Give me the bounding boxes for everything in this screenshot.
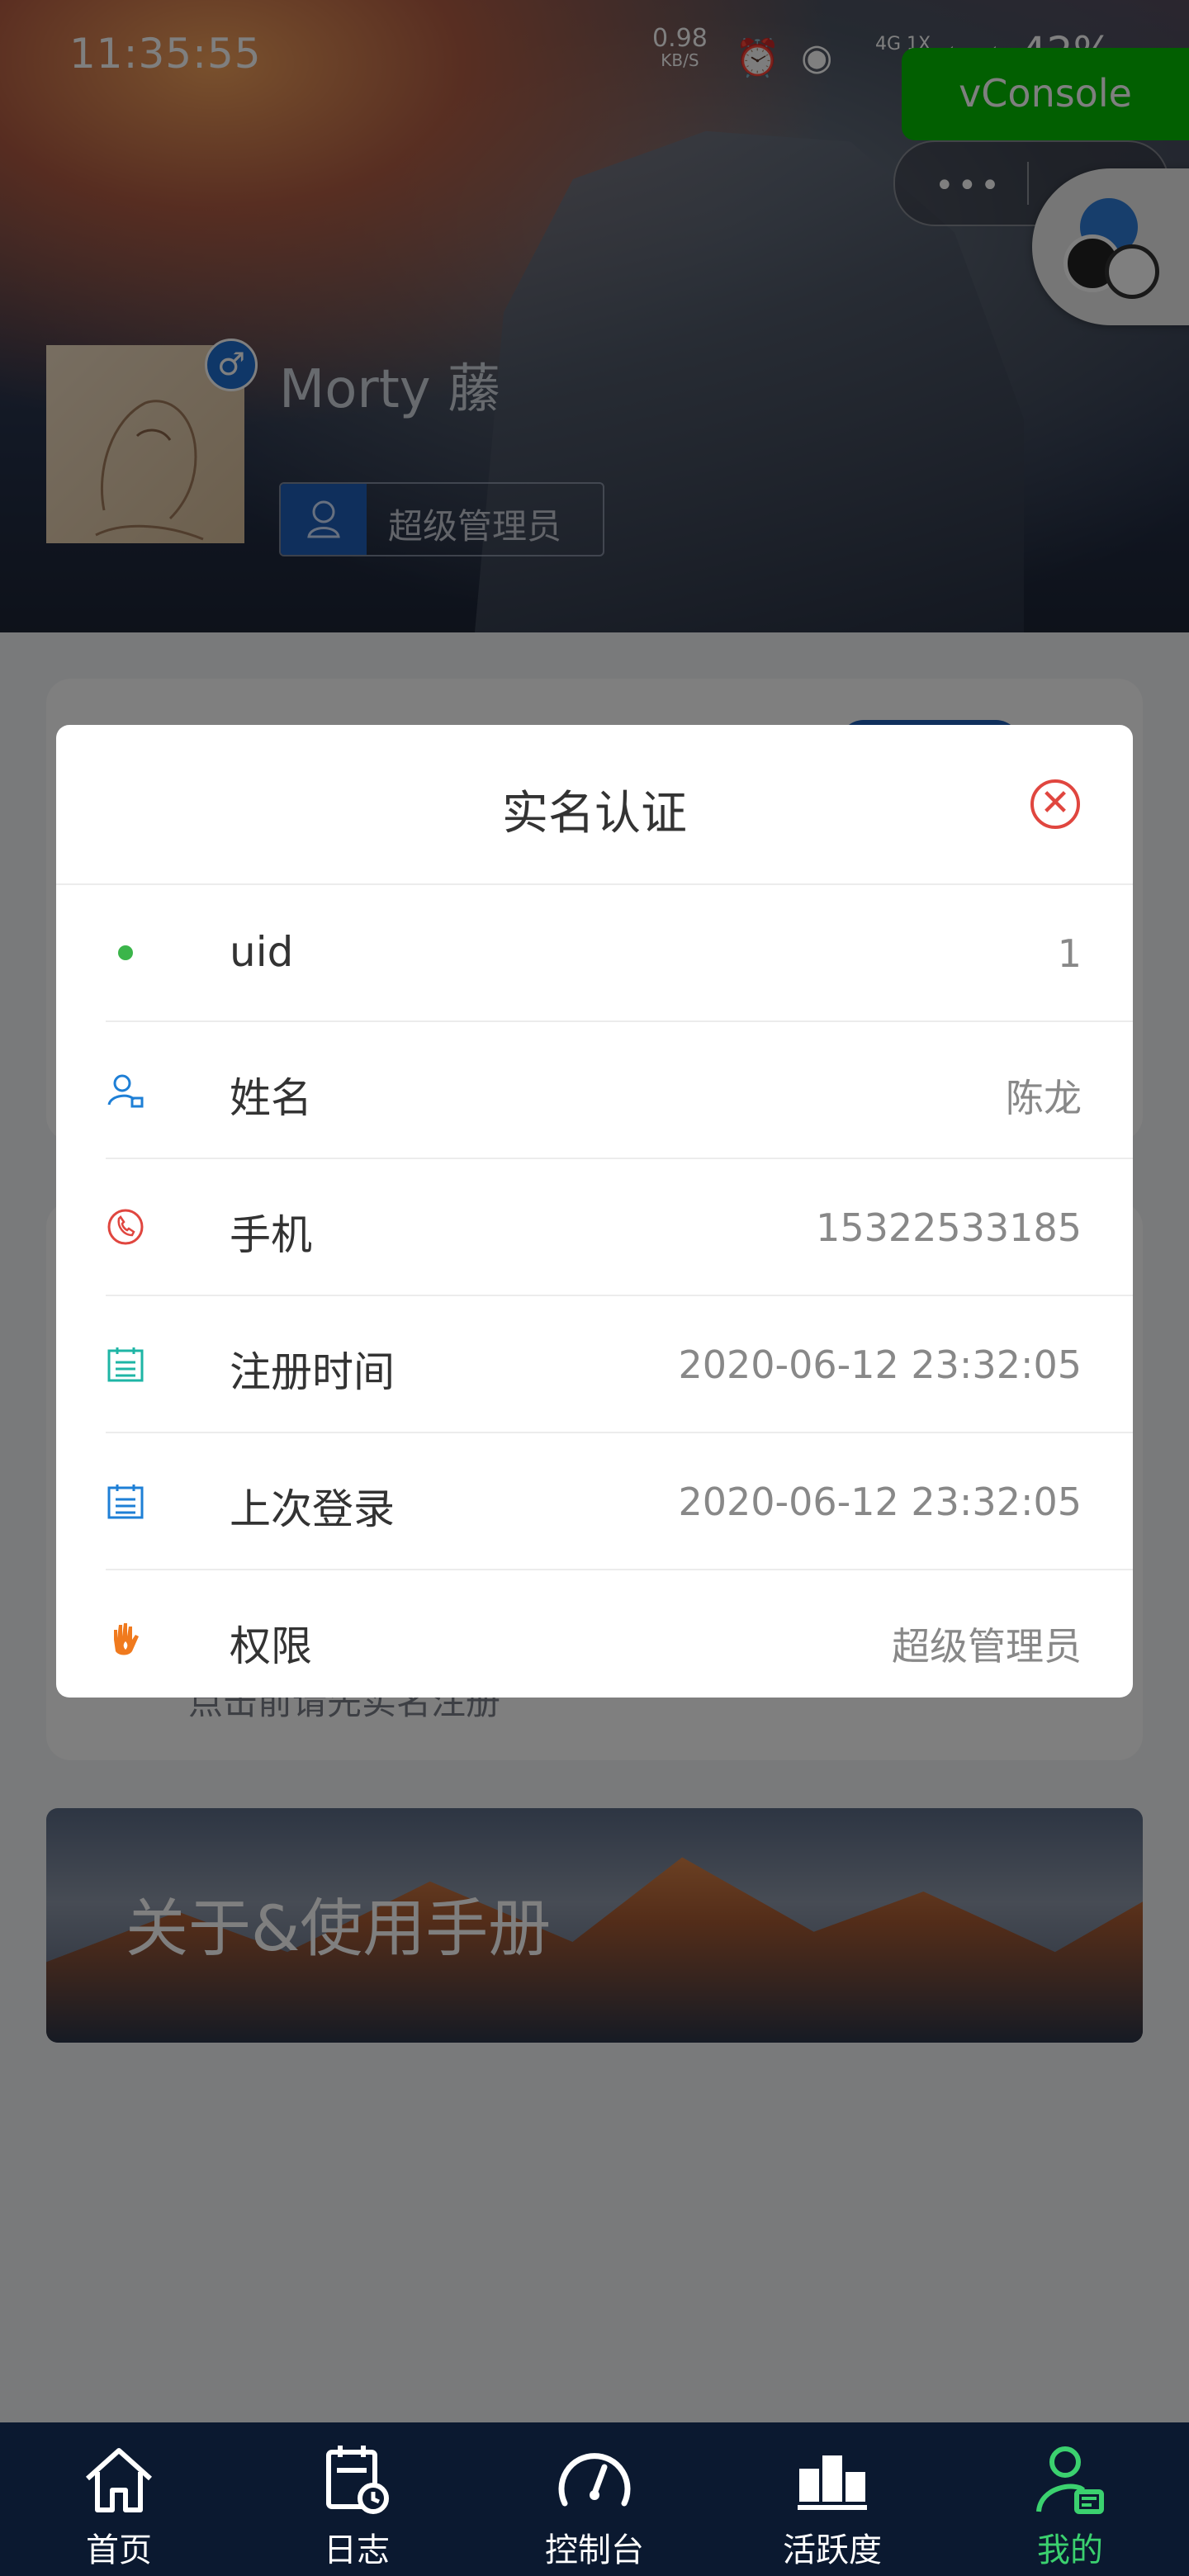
- info-row-permission: 权限 超级管理员: [106, 1570, 1133, 1698]
- tab-log[interactable]: 日志: [238, 2422, 476, 2576]
- hand-icon: [114, 1623, 139, 1655]
- tab-console[interactable]: 控制台: [476, 2422, 713, 2576]
- podium-icon: [798, 2455, 867, 2510]
- row-label: 上次登录: [230, 1485, 395, 1533]
- calendar-teal-icon: [107, 1347, 144, 1382]
- row-label: 注册时间: [230, 1348, 395, 1396]
- phone-icon: [107, 1209, 144, 1245]
- row-value: 2020-06-12 23:32:05: [678, 1480, 1082, 1524]
- row-label: 姓名: [230, 1074, 312, 1122]
- info-row-uid: uid 1: [106, 885, 1133, 1022]
- user-card-icon: [107, 1074, 144, 1108]
- tab-label: 我的: [1037, 2531, 1103, 2569]
- info-row-register-time: 注册时间 2020-06-12 23:32:05: [106, 1296, 1133, 1433]
- bottom-tab-bar: 首页 日志 控制台 活跃度 我的: [0, 2422, 1189, 2576]
- speedometer-icon: [558, 2453, 631, 2507]
- info-row-phone: 手机 15322533185: [106, 1159, 1133, 1296]
- row-value: 2020-06-12 23:32:05: [678, 1342, 1082, 1387]
- tab-activity[interactable]: 活跃度: [713, 2422, 951, 2576]
- tab-label: 控制台: [545, 2531, 644, 2569]
- modal-header: 实名认证 ✕: [56, 725, 1133, 885]
- tab-home[interactable]: 首页: [0, 2422, 238, 2576]
- close-glyph: ✕: [1040, 782, 1071, 824]
- info-row-name: 姓名 陈龙: [106, 1022, 1133, 1159]
- close-icon[interactable]: ✕: [1030, 779, 1080, 829]
- row-label: 权限: [230, 1622, 312, 1670]
- home-icon: [85, 2448, 153, 2512]
- tab-mine[interactable]: 我的: [951, 2422, 1189, 2576]
- log-calendar-icon: [326, 2446, 389, 2514]
- calendar-blue-icon: [107, 1485, 144, 1519]
- row-label: 手机: [230, 1211, 312, 1259]
- tab-label: 首页: [86, 2531, 152, 2569]
- green-dot-icon: [118, 945, 133, 960]
- row-value: 陈龙: [1006, 1076, 1082, 1120]
- tab-label: 日志: [324, 2531, 390, 2569]
- row-value: 1: [1057, 931, 1082, 976]
- modal-title: 实名认证: [502, 787, 687, 841]
- row-value: 15322533185: [816, 1205, 1082, 1250]
- info-row-last-login: 上次登录 2020-06-12 23:32:05: [106, 1433, 1133, 1570]
- profile-icon: [1036, 2446, 1104, 2514]
- row-value: 超级管理员: [892, 1624, 1082, 1669]
- tab-label: 活跃度: [783, 2531, 882, 2569]
- row-label: uid: [230, 928, 294, 976]
- realname-auth-modal: 实名认证 ✕ uid 1 姓名 陈龙 手机 15322533185 注册时间 2…: [56, 725, 1133, 1698]
